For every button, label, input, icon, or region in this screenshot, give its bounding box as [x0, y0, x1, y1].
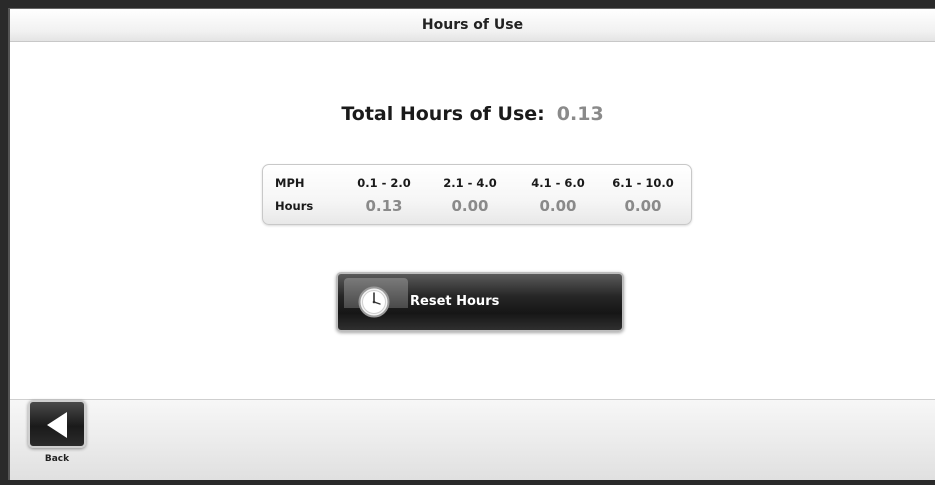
- clock-icon: [358, 286, 390, 318]
- reset-hours-label: Reset Hours: [410, 294, 500, 309]
- range-header: 6.1 - 10.0: [612, 176, 674, 190]
- page-title: Hours of Use: [421, 17, 524, 33]
- table-header-row: MPH 0.1 - 2.0 2.1 - 4.0 4.1 - 6.0 6.1 - …: [263, 172, 691, 194]
- range-header: 4.1 - 6.0: [531, 176, 585, 190]
- hours-value: 0.13: [365, 197, 403, 215]
- hours-value: 0.00: [539, 197, 577, 215]
- total-hours-value: 0.13: [556, 103, 604, 125]
- app-frame: Hours of Use Total Hours of Use: 0.13 MPH…: [8, 8, 935, 480]
- reset-hours-button[interactable]: Reset Hours: [336, 272, 624, 332]
- hours-value: 0.00: [624, 197, 662, 215]
- hours-row-label: Hours: [275, 199, 314, 213]
- range-header: 2.1 - 4.0: [443, 176, 497, 190]
- back-button[interactable]: [28, 400, 86, 448]
- footer-bar: [10, 399, 935, 480]
- title-bar: Hours of Use: [10, 9, 935, 42]
- back-arrow-icon: [47, 412, 67, 438]
- hours-value: 0.00: [451, 197, 489, 215]
- speed-hours-table: MPH 0.1 - 2.0 2.1 - 4.0 4.1 - 6.0 6.1 - …: [262, 164, 692, 225]
- back-label: Back: [44, 454, 70, 464]
- mph-header: MPH: [275, 176, 305, 190]
- range-header: 0.1 - 2.0: [357, 176, 411, 190]
- table-row: Hours 0.13 0.00 0.00 0.00: [263, 195, 691, 217]
- total-hours: Total Hours of Use: 0.13: [10, 103, 935, 125]
- total-hours-label: Total Hours of Use:: [341, 103, 545, 125]
